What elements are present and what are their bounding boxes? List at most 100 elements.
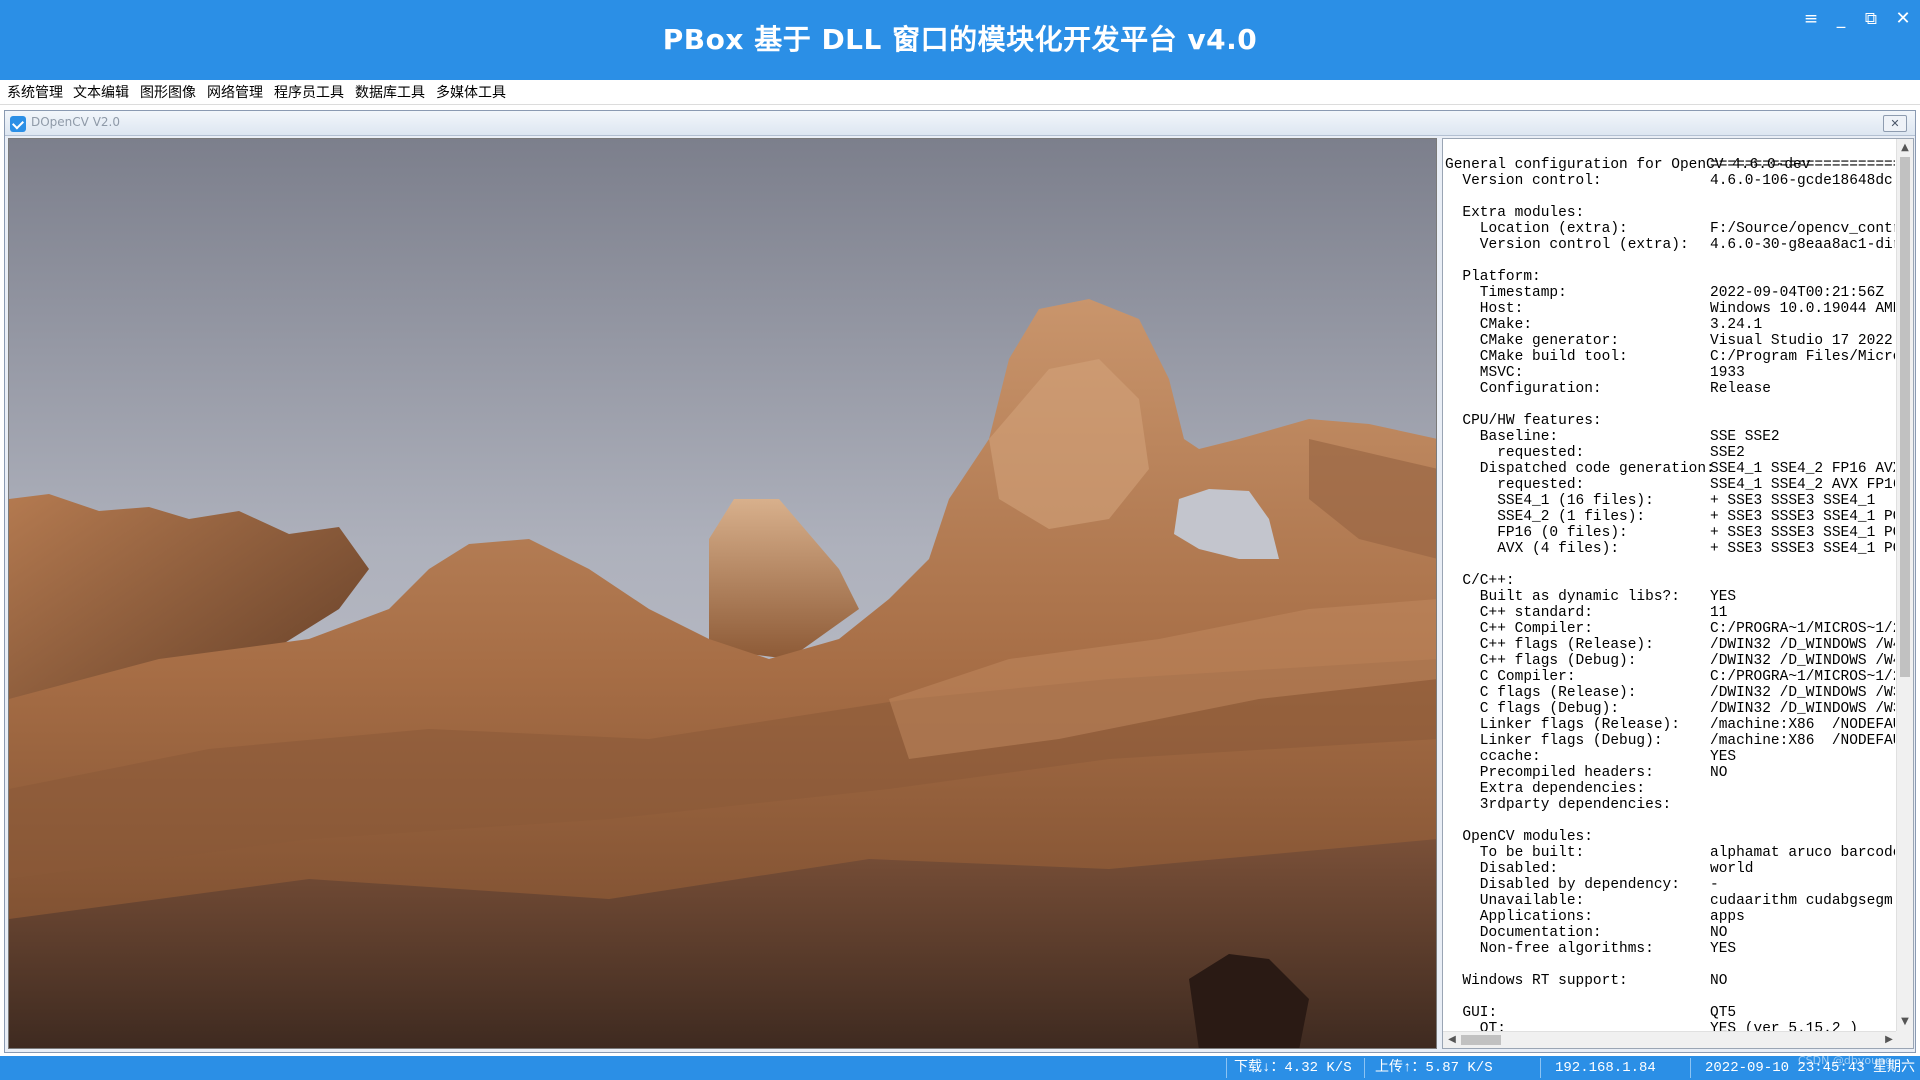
minimize-button[interactable]: _ (1827, 6, 1855, 32)
info-key: requested: (1445, 445, 1585, 461)
image-viewer[interactable] (8, 138, 1437, 1049)
child-close-button[interactable]: ✕ (1883, 115, 1907, 132)
menu-bar: 系统管理 文本编辑 图形图像 网络管理 程序员工具 数据库工具 多媒体工具 (0, 80, 1920, 105)
scroll-right-arrow-icon[interactable]: ▶ (1881, 1032, 1897, 1048)
info-key: Version control: (1445, 173, 1602, 189)
info-line: Platform: (1445, 269, 1895, 285)
info-key: SSE4_2 (1 files): (1445, 509, 1646, 525)
info-line: Unavailable: cudaarithm cudabgsegm cudaco… (1445, 893, 1895, 909)
info-value: SSE SSE2 (1710, 429, 1780, 445)
status-separator (1690, 1058, 1691, 1078)
info-value: + SSE3 SSSE3 SSE4_1 POPCNT (1710, 525, 1895, 541)
info-value: + SSE3 SSSE3 SSE4_1 (1710, 493, 1876, 509)
info-value: 4.6.0-30-g8eaa8ac1-dirty (1710, 237, 1895, 253)
info-key: Windows RT support: (1445, 973, 1628, 989)
scroll-left-arrow-icon[interactable]: ◀ (1444, 1032, 1460, 1048)
upload-speed: 上传↑：5.87 K/S (1375, 1060, 1493, 1076)
menu-media-tools[interactable]: 多媒体工具 (436, 83, 506, 103)
info-line: General configuration for OpenCV 4.6.0-d… (1445, 157, 1895, 173)
status-separator (1226, 1058, 1227, 1078)
info-key: CMake generator: (1445, 333, 1620, 349)
info-line: C flags (Release): /DWIN32 /D_WINDOWS /W3 (1445, 685, 1895, 701)
info-key: FP16 (0 files): (1445, 525, 1628, 541)
opencv-build-info-text[interactable]: General configuration for OpenCV 4.6.0-d… (1445, 157, 1895, 1035)
info-key: Documentation: (1445, 925, 1602, 941)
horizontal-scroll-thumb[interactable] (1461, 1035, 1501, 1045)
info-line: CMake generator: Visual Studio 17 2022 (1445, 333, 1895, 349)
info-line: CPU/HW features: (1445, 413, 1895, 429)
info-line: C++ flags (Release): /DWIN32 /D_WINDOWS /… (1445, 637, 1895, 653)
info-line: SSE4_2 (1 files): + SSE3 SSSE3 SSE4_1 POP… (1445, 509, 1895, 525)
info-value: 11 (1710, 605, 1728, 621)
watermark-text: CSDN @dbyoung (1798, 1054, 1892, 1067)
info-line: ccache: YES (1445, 749, 1895, 765)
info-key: Host: (1445, 301, 1524, 317)
info-value: alphamat aruco barcode bgsegm (1710, 845, 1895, 861)
vertical-scroll-thumb[interactable] (1900, 157, 1910, 677)
info-value: /machine:X86 /NODEFAULTLIB (1710, 733, 1895, 749)
app-logo-icon (10, 116, 26, 132)
menu-graphics[interactable]: 图形图像 (140, 83, 196, 103)
ip-address: 192.168.1.84 (1555, 1060, 1656, 1076)
info-line: requested: SSE4_1 SSE4_2 AVX FP16 (1445, 477, 1895, 493)
info-line: Disabled: world (1445, 861, 1895, 877)
info-value: YES (1710, 941, 1737, 957)
info-line: Extra dependencies: (1445, 781, 1895, 797)
info-value: 4.6.0-106-gcde18648dc-dirty (1710, 173, 1895, 189)
info-line: SSE4_1 (16 files): + SSE3 SSSE3 SSE4_1 (1445, 493, 1895, 509)
build-info-panel[interactable]: General configuration for OpenCV 4.6.0-d… (1442, 138, 1914, 1049)
info-line: Documentation: NO (1445, 925, 1895, 941)
info-key: CMake: (1445, 317, 1533, 333)
info-line: OpenCV modules: (1445, 829, 1895, 845)
menu-dev-tools[interactable]: 程序员工具 (274, 83, 344, 103)
info-value: YES (1710, 589, 1737, 605)
info-value: Windows 10.0.19044 AMD64 (1710, 301, 1895, 317)
menu-system[interactable]: 系统管理 (7, 83, 63, 103)
info-value: SSE4_1 SSE4_2 AVX FP16 (1710, 477, 1895, 493)
info-line: Precompiled headers: NO (1445, 765, 1895, 781)
menu-network[interactable]: 网络管理 (207, 83, 263, 103)
info-line: C Compiler: C:/PROGRA~1/MICROS~1/2022 (1445, 669, 1895, 685)
info-key: General configuration for OpenCV 4.6.0-d… (1445, 157, 1820, 173)
info-key: C flags (Debug): (1445, 701, 1620, 717)
info-value: C:/PROGRA~1/MICROS~1/2022 (1710, 669, 1895, 685)
info-value: world (1710, 861, 1754, 877)
info-line: CMake: 3.24.1 (1445, 317, 1895, 333)
info-line: Windows RT support: NO (1445, 973, 1895, 989)
info-value: - (1710, 877, 1719, 893)
info-line: Applications: apps (1445, 909, 1895, 925)
info-line: requested: SSE2 (1445, 445, 1895, 461)
restore-button[interactable]: ⧉ (1857, 6, 1885, 32)
info-value: F:/Source/opencv_contrib/modules (1710, 221, 1895, 237)
scroll-down-arrow-icon[interactable]: ▼ (1897, 1014, 1913, 1030)
menu-db-tools[interactable]: 数据库工具 (355, 83, 425, 103)
info-line (1445, 813, 1895, 829)
info-value: SSE4_1 SSE4_2 FP16 AVX (1710, 461, 1895, 477)
info-key: Platform: (1445, 269, 1541, 285)
info-line: AVX (4 files): + SSE3 SSSE3 SSE4_1 POPCNT (1445, 541, 1895, 557)
info-line: Linker flags (Debug): /machine:X86 /NODEF… (1445, 733, 1895, 749)
menu-text-edit[interactable]: 文本编辑 (73, 83, 129, 103)
close-button[interactable]: ✕ (1889, 6, 1917, 32)
info-key: GUI: (1445, 1005, 1498, 1021)
info-value: + SSE3 SSSE3 SSE4_1 POPCNT (1710, 509, 1895, 525)
info-key: 3rdparty dependencies: (1445, 797, 1672, 813)
horizontal-scrollbar[interactable]: ◀ ▶ (1443, 1031, 1898, 1048)
info-line: C++ Compiler: C:/PROGRA~1/MICROS~1/2022 (1445, 621, 1895, 637)
info-line: GUI: QT5 (1445, 1005, 1895, 1021)
info-line: Configuration: Release (1445, 381, 1895, 397)
app-titlebar: PBox 基于 DLL 窗口的模块化开发平台 v4.0 ≡ _ ⧉ ✕ (0, 0, 1920, 80)
scroll-up-arrow-icon[interactable]: ▲ (1897, 140, 1913, 156)
info-line: C/C++: (1445, 573, 1895, 589)
info-value: 2022-09-04T00:21:56Z (1710, 285, 1885, 301)
vertical-scrollbar[interactable]: ▲ ▼ (1896, 139, 1913, 1031)
info-key: CPU/HW features: (1445, 413, 1602, 429)
info-line: FP16 (0 files): + SSE3 SSSE3 SSE4_1 POPCN… (1445, 525, 1895, 541)
info-value: NO (1710, 925, 1728, 941)
info-line (1445, 989, 1895, 1005)
app-title: PBox 基于 DLL 窗口的模块化开发平台 v4.0 (662, 23, 1258, 56)
info-key: C flags (Release): (1445, 685, 1637, 701)
info-key: Extra dependencies: (1445, 781, 1646, 797)
window-menu-button[interactable]: ≡ (1797, 6, 1825, 32)
info-line: Version control (extra): 4.6.0-30-g8eaa8a… (1445, 237, 1895, 253)
